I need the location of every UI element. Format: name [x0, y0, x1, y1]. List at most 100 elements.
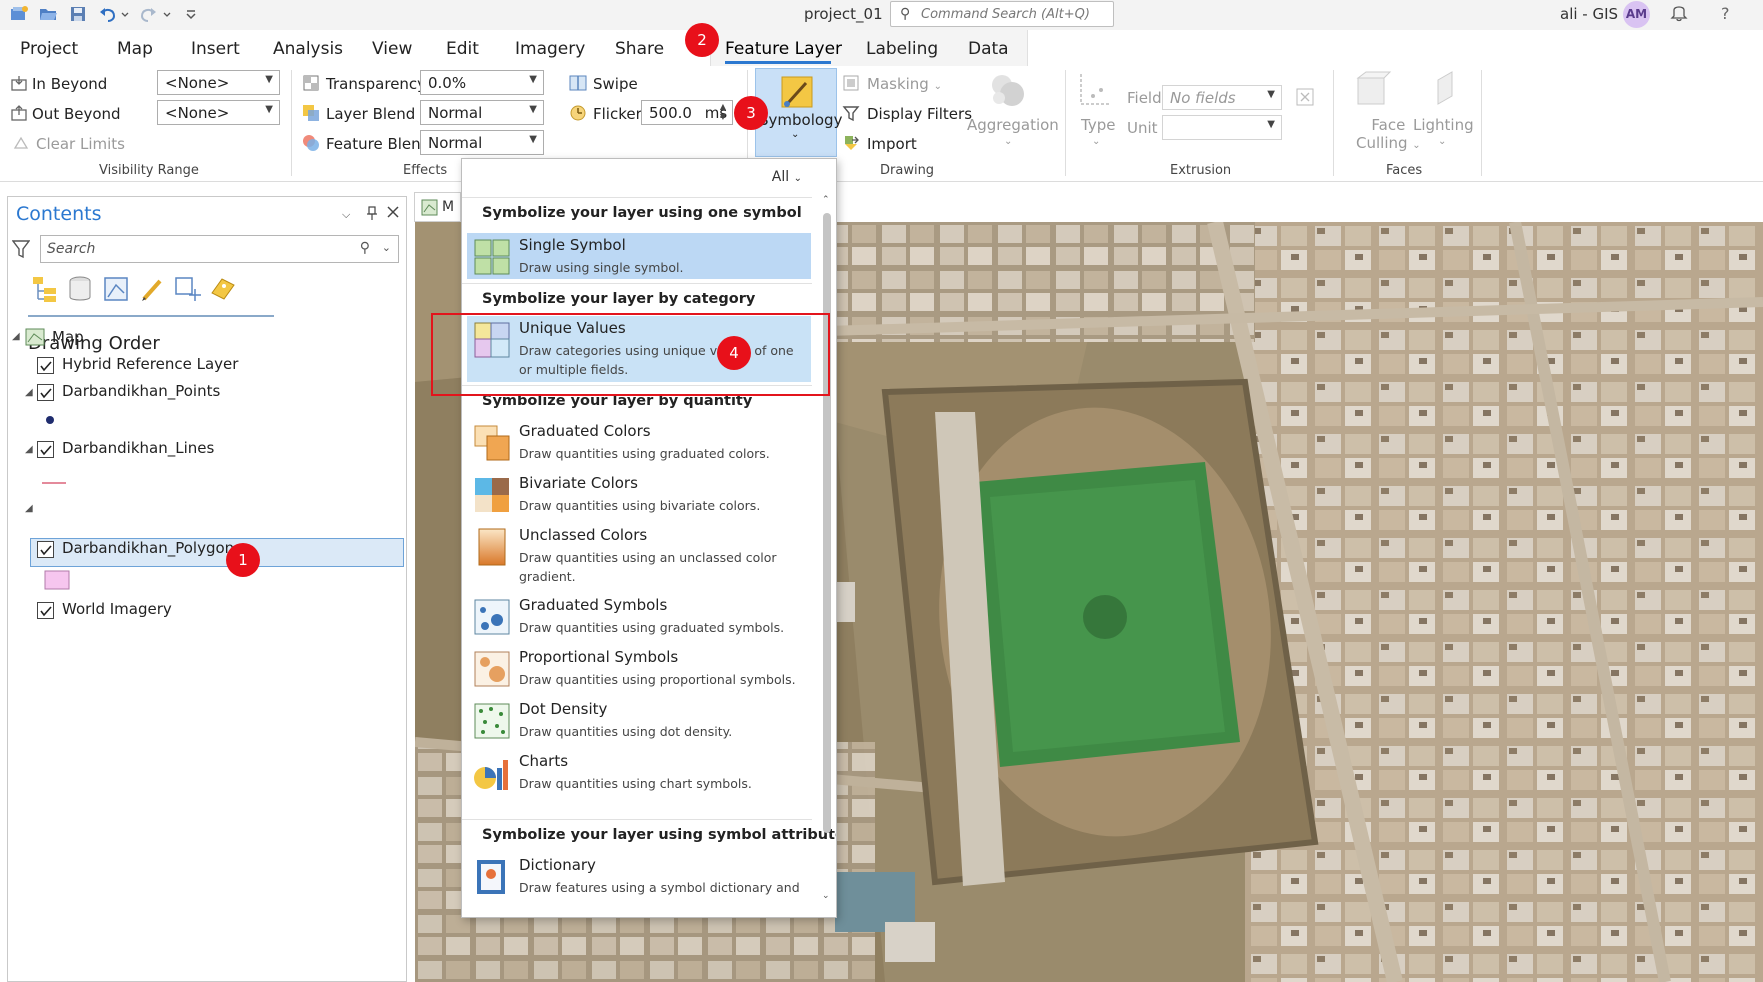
redo-dropdown-icon[interactable] [162, 5, 172, 23]
collapse-triangle-icon[interactable]: ◢ [25, 444, 33, 455]
display-filters-button[interactable]: Display Filters [867, 105, 972, 123]
scrollbar-thumb[interactable] [823, 213, 831, 833]
layer-blend-select[interactable]: Normal ▼ [420, 100, 544, 125]
open-project-icon[interactable] [38, 5, 58, 23]
extrusion-type-button[interactable]: Type [1081, 116, 1115, 134]
clear-limits-button[interactable]: Clear Limits [36, 135, 125, 153]
out-beyond-select[interactable]: <None> ▼ [157, 100, 280, 125]
bivariate-colors-option[interactable]: Bivariate Colors Draw quantities using b… [467, 471, 811, 517]
face-culling-button[interactable]: Face Culling ⌄ [1356, 116, 1421, 155]
help-button[interactable]: ? [1721, 4, 1730, 23]
contents-search-input[interactable]: Search ⚲ ⌄ [40, 235, 399, 263]
out-beyond-label[interactable]: Out Beyond [32, 105, 121, 123]
layer-lines[interactable]: Darbandikhan_Lines [62, 439, 214, 457]
aggregation-button[interactable]: Aggregation [967, 116, 1059, 134]
tab-data[interactable]: Data [968, 39, 1009, 59]
chevron-down-icon: ▼ [529, 134, 537, 145]
single-symbol-option[interactable]: Single Symbol Draw using single symbol. [467, 233, 811, 279]
option-title: Bivariate Colors [519, 474, 638, 492]
layer-polygons[interactable]: Darbandikhan_Polygons [62, 539, 242, 557]
divider [462, 197, 812, 198]
annotation-marker-2: 2 [685, 23, 719, 57]
tab-insert[interactable]: Insert [191, 39, 240, 59]
undo-dropdown-icon[interactable] [120, 5, 130, 23]
tab-analysis[interactable]: Analysis [273, 39, 343, 59]
dot-density-option[interactable]: Dot Density Draw quantities using dot de… [467, 697, 811, 743]
import-button[interactable]: Import [867, 135, 917, 153]
tab-imagery[interactable]: Imagery [515, 39, 585, 59]
list-by-editing-icon[interactable] [138, 275, 166, 303]
layer-visibility-checkbox[interactable] [37, 541, 54, 558]
tab-share[interactable]: Share [615, 39, 664, 59]
close-icon[interactable] [386, 205, 400, 223]
list-by-snapping-icon[interactable] [173, 275, 201, 303]
collapse-triangle-icon[interactable]: ◢ [12, 331, 20, 342]
pin-icon[interactable] [366, 205, 378, 225]
scroll-up-icon[interactable]: ⌃ [822, 195, 830, 205]
section-heading-symbol-attributes: Symbolize your layer using symbol attrib… [482, 827, 837, 843]
filter-icon[interactable] [11, 239, 31, 263]
gallery-filter-select[interactable]: All ⌄ [772, 169, 802, 185]
tab-edit[interactable]: Edit [446, 39, 479, 59]
feature-blend-select[interactable]: Normal ▼ [420, 130, 544, 155]
tab-view[interactable]: View [372, 39, 412, 59]
visibility-range-group-label: Visibility Range [99, 163, 199, 178]
map-icon [421, 199, 438, 216]
scroll-down-icon[interactable]: ⌄ [822, 891, 830, 901]
expression-icon[interactable] [1296, 88, 1314, 106]
section-heading-by-category: Symbolize your layer by category [482, 291, 756, 307]
dictionary-option[interactable]: Dictionary Draw features using a symbol … [467, 853, 811, 899]
chevron-down-icon: ▼ [265, 104, 273, 115]
tab-project[interactable]: Project [20, 39, 78, 59]
graduated-symbols-option[interactable]: Graduated Symbols Draw quantities using … [467, 593, 811, 639]
unclassed-colors-option[interactable]: Unclassed Colors Draw quantities using a… [467, 523, 811, 589]
proportional-symbols-option[interactable]: Proportional Symbols Draw quantities usi… [467, 645, 811, 691]
collapse-triangle-icon[interactable]: ◢ [25, 387, 33, 398]
layer-visibility-checkbox[interactable] [37, 384, 54, 401]
collapse-triangle-icon[interactable]: ◢ [25, 503, 33, 514]
pane-options-chevron-icon[interactable]: ⌵ [342, 208, 350, 222]
masking-button[interactable]: Masking ⌄ [867, 75, 942, 93]
unit-select[interactable]: ▼ [1162, 115, 1282, 140]
list-by-labeling-icon[interactable] [208, 275, 236, 303]
signed-in-user[interactable]: ali - GIS [1560, 5, 1618, 23]
undo-icon[interactable] [98, 5, 118, 23]
extrusion-type-icon [1075, 70, 1115, 110]
layer-visibility-checkbox[interactable] [37, 441, 54, 458]
layer-hybrid-reference[interactable]: Hybrid Reference Layer [62, 355, 238, 373]
customize-toolbar-icon[interactable] [184, 5, 198, 23]
command-search-input[interactable]: ⚲ Command Search (Alt+Q) [890, 1, 1114, 27]
new-project-icon[interactable] [9, 5, 29, 23]
flicker-interval-input[interactable]: 500.0 ms ▲ ▼ [641, 100, 733, 125]
charts-option[interactable]: Charts Draw quantities using chart symbo… [467, 749, 811, 795]
field-select[interactable]: No fields ▼ [1162, 85, 1282, 110]
notifications-bell-icon[interactable] [1670, 2, 1688, 27]
option-title: Graduated Symbols [519, 596, 668, 614]
tab-labeling[interactable]: Labeling [866, 39, 938, 59]
in-beyond-label[interactable]: In Beyond [32, 75, 107, 93]
list-by-data-source-icon[interactable] [66, 275, 94, 303]
lighting-button[interactable]: Lighting [1413, 116, 1474, 134]
option-description: Draw quantities using dot density. [519, 724, 733, 739]
map-view-tab[interactable]: M [414, 192, 461, 222]
graduated-colors-option[interactable]: Graduated Colors Draw quantities using g… [467, 419, 811, 465]
swipe-button[interactable]: Swipe [593, 75, 638, 93]
map-node[interactable]: Map [52, 328, 84, 346]
tab-map[interactable]: Map [117, 39, 153, 59]
layer-visibility-checkbox[interactable] [37, 357, 54, 374]
transparency-select[interactable]: 0.0% ▼ [420, 70, 544, 95]
in-beyond-select[interactable]: <None> ▼ [157, 70, 280, 95]
active-view-indicator [28, 315, 274, 317]
list-by-selection-icon[interactable] [102, 275, 130, 303]
save-project-icon[interactable] [68, 5, 88, 23]
spin-buttons-icon[interactable]: ▲ ▼ [720, 102, 726, 122]
tab-feature-layer[interactable]: Feature Layer [725, 39, 842, 59]
layer-world-imagery[interactable]: World Imagery [62, 600, 172, 618]
avatar[interactable]: AM [1623, 1, 1650, 28]
layer-points[interactable]: Darbandikhan_Points [62, 382, 220, 400]
list-by-drawing-order-icon[interactable] [30, 275, 58, 303]
gallery-scrollbar[interactable]: ⌃ ⌄ [822, 195, 832, 904]
layer-visibility-checkbox[interactable] [37, 602, 54, 619]
redo-icon[interactable] [138, 5, 158, 23]
chevron-down-icon[interactable]: ⌄ [382, 241, 391, 254]
